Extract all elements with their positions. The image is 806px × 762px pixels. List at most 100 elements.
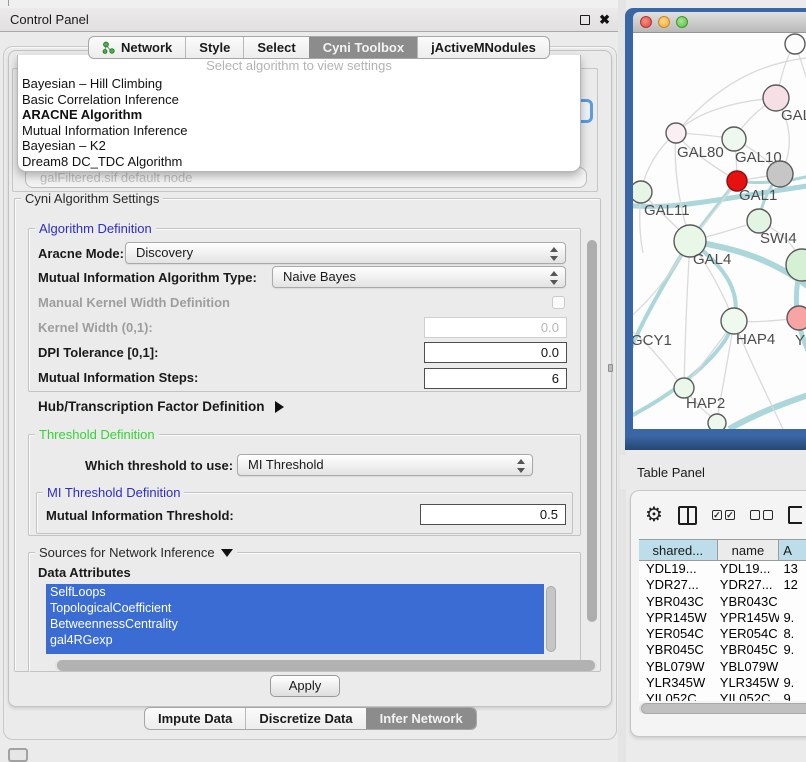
column-header[interactable]: shared... — [639, 540, 718, 560]
mi-threshold-label: Mutual Information Threshold: — [46, 508, 234, 523]
node[interactable] — [785, 34, 805, 54]
table-cell: YER054C — [639, 626, 718, 642]
attributes-scrollbar[interactable] — [546, 586, 556, 652]
columns-icon[interactable] — [678, 506, 697, 525]
algorithm-option[interactable]: Basic Correlation Inference — [18, 92, 580, 108]
apply-button[interactable]: Apply — [270, 675, 340, 697]
attribute-item[interactable]: gal4RGexp — [46, 632, 544, 648]
column-header[interactable]: A — [779, 540, 806, 560]
mi-steps-field[interactable]: 6 — [424, 368, 567, 389]
table-cell: YDL19... — [718, 561, 780, 577]
network-window-frame-shadow — [625, 436, 806, 450]
node[interactable] — [708, 414, 726, 429]
tab-label: Style — [199, 40, 230, 55]
minimize-light[interactable] — [658, 16, 670, 28]
table-body: YDL19...YDL19...13YDR27...YDR27...12YBR0… — [639, 561, 806, 701]
teal-edge[interactable] — [729, 393, 806, 429]
gray-edge[interactable] — [676, 98, 776, 133]
network-canvas[interactable]: GALGAL80GAL10GAL1GAL11SWI4GAL4GCY1HAP4YH… — [633, 33, 806, 429]
node[interactable] — [767, 161, 793, 187]
gear-icon[interactable]: ⚙ — [645, 505, 663, 525]
float-icon[interactable] — [580, 15, 590, 25]
algorithm-option[interactable]: Bayesian – Hill Climbing — [18, 76, 580, 92]
gray-edge[interactable] — [684, 241, 690, 388]
hub-tf-definition-label: Hub/Transcription Factor Definition — [38, 399, 265, 414]
which-threshold-combo[interactable]: MI Threshold — [237, 454, 533, 476]
tab-select[interactable]: Select — [243, 37, 308, 58]
settings-vertical-scrollbar-thumb[interactable] — [587, 240, 597, 622]
node-gal11[interactable] — [633, 181, 652, 203]
node-gal10[interactable] — [722, 127, 746, 151]
split-pane-handle[interactable] — [608, 364, 613, 372]
table-horizontal-scrollbar-thumb[interactable] — [641, 703, 806, 714]
tab-infer-network[interactable]: Infer Network — [366, 708, 476, 729]
table-cell: YLR345W — [639, 675, 718, 691]
close-light[interactable] — [640, 16, 652, 28]
table-cell: YIL052C — [639, 691, 718, 701]
tab-style[interactable]: Style — [185, 37, 243, 58]
manual-kernel-checkbox[interactable] — [552, 296, 565, 309]
table-row[interactable]: YDL19...YDL19...13 — [639, 561, 806, 577]
node-label: HAP2 — [686, 395, 725, 412]
tab-jactivemnodules[interactable]: jActiveMNodules — [417, 37, 549, 58]
top-strip — [0, 0, 620, 8]
node-label: Y — [795, 332, 805, 349]
node-label: GAL80 — [677, 144, 724, 161]
kernel-width-field[interactable]: 0.0 — [424, 317, 567, 338]
control-panel-tabbar: Network Style SelectCyni ToolboxjActiveMNo… — [88, 36, 550, 59]
settings-vertical-scrollbar[interactable] — [586, 200, 598, 668]
dock-panel-icon[interactable] — [8, 748, 28, 762]
settings-horizontal-scrollbar[interactable] — [55, 660, 597, 671]
deselect-all-icon[interactable] — [750, 510, 773, 520]
attribute-item[interactable]: TopologicalCoefficient — [46, 600, 544, 616]
table-row[interactable]: YBR043CYBR043C — [639, 594, 806, 610]
table-row[interactable]: YBR045CYBR045C9. — [639, 642, 806, 658]
table-row[interactable]: YDR27...YDR27...12 — [639, 577, 806, 593]
hub-tf-definition-toggle[interactable]: Hub/Transcription Factor Definition — [38, 399, 284, 414]
tab-discretize-data[interactable]: Discretize Data — [245, 708, 365, 729]
table-cell: YBR043C — [718, 594, 780, 610]
table-cell: YDL19... — [639, 561, 718, 577]
close-icon[interactable]: ✖ — [599, 12, 610, 28]
table-row[interactable]: YER054CYER054C8. — [639, 626, 806, 642]
node-label: GAL4 — [693, 251, 731, 268]
mi-type-combo[interactable]: Naive Bayes — [272, 266, 566, 288]
table-row[interactable]: YPR145WYPR145W9. — [639, 610, 806, 626]
table-icon[interactable] — [788, 506, 802, 524]
algorithm-option[interactable]: ARACNE Algorithm — [18, 107, 580, 123]
attribute-item[interactable]: SelfLoops — [46, 584, 544, 600]
attributes-scrollbar-thumb[interactable] — [546, 586, 556, 652]
select-all-icon[interactable]: ✓✓ — [712, 510, 735, 520]
mi-threshold-field[interactable]: 0.5 — [420, 504, 566, 525]
attribute-item[interactable] — [46, 648, 544, 654]
table-header-row: shared...nameA — [639, 539, 806, 561]
table-cell: YDR27... — [639, 577, 718, 593]
sources-group-title[interactable]: Sources for Network Inference — [35, 545, 237, 560]
tab-cyni-toolbox[interactable]: Cyni Toolbox — [309, 37, 417, 58]
column-header[interactable]: name — [718, 540, 780, 560]
dpi-tolerance-field[interactable]: 0.0 — [424, 342, 567, 363]
table-cell: YLR345W — [718, 675, 780, 691]
attribute-item[interactable]: BetweennessCentrality — [46, 616, 544, 632]
node-label: GAL11 — [644, 202, 690, 219]
settings-horizontal-scrollbar-thumb[interactable] — [57, 660, 595, 671]
top-tick — [8, 0, 9, 6]
algorithm-option[interactable]: Bayesian – K2 — [18, 138, 580, 154]
algorithm-option[interactable]: Mutual Information Inference — [18, 123, 580, 139]
table-row[interactable]: YIL052CYIL052C9 — [639, 691, 806, 701]
tab-impute-data[interactable]: Impute Data — [145, 708, 245, 729]
zoom-light[interactable] — [676, 16, 688, 28]
table-row[interactable]: YLR345WYLR345W9. — [639, 675, 806, 691]
stepper-arrows-icon — [550, 270, 558, 286]
table-horizontal-scrollbar[interactable] — [639, 703, 806, 714]
table-cell: YIL052C — [718, 691, 780, 701]
tab-network[interactable]: Network — [89, 37, 185, 58]
node-y[interactable] — [787, 306, 806, 330]
node-gal80[interactable] — [666, 123, 686, 143]
table-cell: YBL079W — [639, 659, 718, 675]
algorithm-option[interactable]: Dream8 DC_TDC Algorithm — [18, 154, 580, 170]
table-row[interactable]: YBL079WYBL079W — [639, 659, 806, 675]
aracne-mode-combo[interactable]: Discovery — [125, 242, 566, 264]
table-cell: 9. — [779, 642, 806, 658]
data-attributes-list[interactable]: SelfLoopsTopologicalCoefficientBetweenne… — [46, 584, 558, 654]
